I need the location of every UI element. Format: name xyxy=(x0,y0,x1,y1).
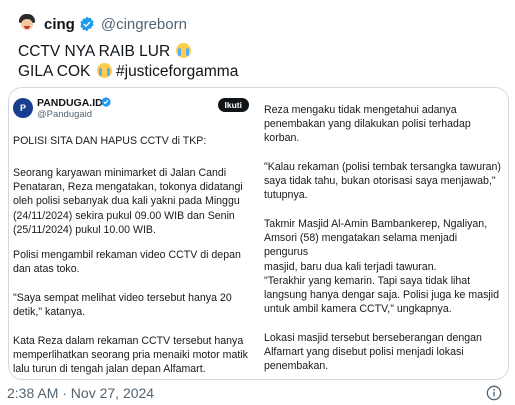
tweet-line-1: CCTV NYA RAIB LUR xyxy=(18,42,488,62)
article-paragraph: Takmir Masjid Al-Amin Bambankerep, Ngali… xyxy=(264,218,488,273)
embedded-account-header: P PANDUGA.ID @Pandugaid Ikuti xyxy=(13,96,249,120)
tweet-header: cing @cingreborn xyxy=(16,12,496,36)
author-handle[interactable]: @cingreborn xyxy=(101,16,187,33)
article-paragraph: "Terakhir yang kemarin. Tapi saya tidak … xyxy=(264,275,499,316)
article-paragraph: "Kalau rekaman (polisi tembak tersangka … xyxy=(264,161,501,202)
verified-badge-icon xyxy=(80,16,94,32)
follow-button: Ikuti xyxy=(217,98,249,112)
avatar[interactable] xyxy=(16,13,38,35)
embedded-account-handle: @Pandugaid xyxy=(37,109,93,120)
crying-face-emoji-icon xyxy=(96,63,112,78)
panduga-logo-icon: P xyxy=(13,98,33,118)
tweet-line-2: GILA COK #justiceforgamma xyxy=(18,63,239,80)
info-icon[interactable] xyxy=(486,385,502,401)
article-paragraph: "Saya sempat melihat video tersebut hany… xyxy=(13,292,232,319)
attached-image[interactable]: P PANDUGA.ID @Pandugaid Ikuti POLISI SIT… xyxy=(8,87,509,380)
embedded-account-name: PANDUGA.ID xyxy=(37,97,103,109)
article-paragraph: Reza mengaku tidak mengetahui adanya pen… xyxy=(264,104,471,145)
author-name[interactable]: cing xyxy=(44,16,75,33)
crying-face-emoji-icon xyxy=(176,43,192,58)
article-paragraph: Lokasi masjid tersebut berseberangan den… xyxy=(264,332,482,373)
article-heading: POLISI SITA DAN HAPUS CCTV di TKP: xyxy=(13,135,207,147)
article-paragraph: Kata Reza dalam rekaman CCTV tersebut ha… xyxy=(13,335,248,376)
tweet-text: CCTV NYA RAIB LUR GILA COK #justiceforga… xyxy=(18,42,488,82)
article-paragraph: Seorang karyawan minimarket di Jalan Can… xyxy=(13,167,243,236)
article-paragraph: Polisi mengambil rekaman video CCTV di d… xyxy=(13,249,241,276)
hashtag-link[interactable]: #justiceforgamma xyxy=(116,63,238,80)
tweet-timestamp[interactable]: 2:38 AM · Nov 27, 2024 xyxy=(7,385,154,401)
verified-badge-icon xyxy=(101,97,111,107)
